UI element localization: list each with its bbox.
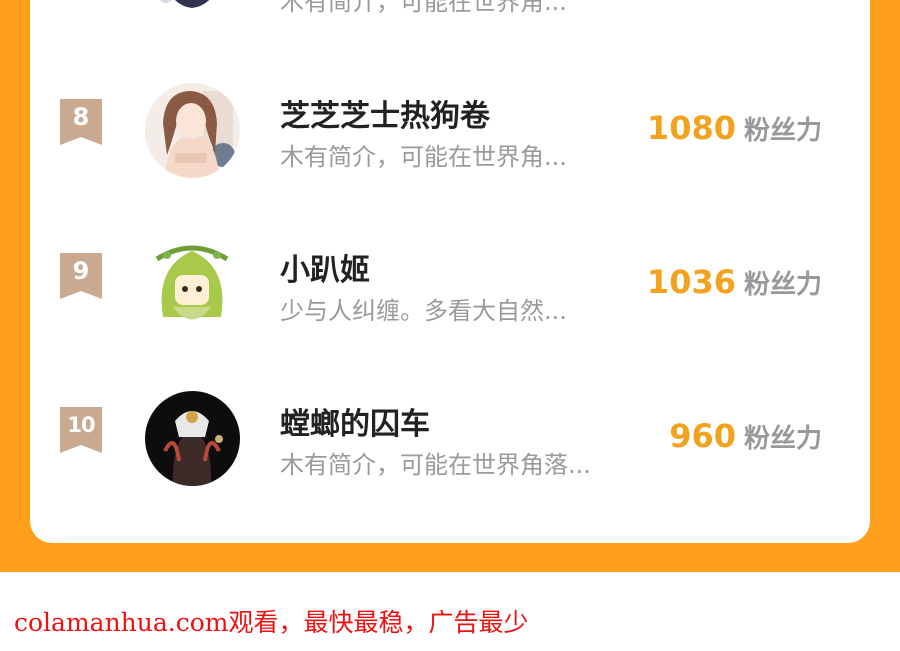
fans-count: 1080 粉丝力 — [647, 109, 822, 147]
list-item[interactable]: 8 芝芝芝士热狗卷 木有简介，可能在世界角... 1080 粉丝力 — [0, 83, 900, 193]
rank-badge: 9 — [60, 253, 102, 299]
user-desc: 木有简介，可能在世界角... — [280, 143, 567, 171]
list-item-partial[interactable]: 木有简介，可能在世界角... — [0, 0, 900, 22]
rank-badge: 10 — [60, 407, 102, 453]
avatar — [150, 0, 235, 22]
rank-number: 9 — [72, 257, 90, 285]
rank-number: 10 — [67, 413, 95, 437]
rank-badge: 8 — [60, 99, 102, 145]
list-item-desc: 木有简介，可能在世界角... — [280, 0, 567, 16]
fans-label: 粉丝力 — [743, 423, 822, 454]
fans-number: 1080 — [646, 109, 736, 147]
avatar-green-hair-chibi-icon[interactable] — [145, 237, 240, 332]
fans-count: 1036 粉丝力 — [647, 263, 822, 301]
avatar-girl-photo-icon[interactable] — [145, 83, 240, 178]
avatar-dark-anime-icon[interactable] — [145, 391, 240, 486]
username: 芝芝芝士热狗卷 — [280, 99, 490, 134]
list-item[interactable]: 9 小趴姬 少与人纠缠。多看大自然... 1036 粉丝力 — [0, 237, 900, 347]
user-desc: 少与人纠缠。多看大自然... — [280, 297, 567, 325]
rank-number: 8 — [72, 103, 90, 131]
fans-label: 粉丝力 — [743, 269, 822, 300]
fans-number: 1036 — [646, 263, 736, 301]
fans-label: 粉丝力 — [743, 115, 822, 146]
user-desc: 木有简介，可能在世界角落... — [280, 451, 591, 479]
fans-count: 960 粉丝力 — [669, 417, 822, 455]
list-item[interactable]: 10 螳螂的囚车 木有简介，可能在世界角落... 960 粉丝力 — [0, 391, 900, 501]
footer-watermark-text: colamanhua.com观看，最快最稳，广告最少 — [14, 608, 529, 637]
username: 螳螂的囚车 — [280, 407, 430, 442]
username: 小趴姬 — [280, 253, 370, 288]
fans-number: 960 — [669, 417, 736, 455]
